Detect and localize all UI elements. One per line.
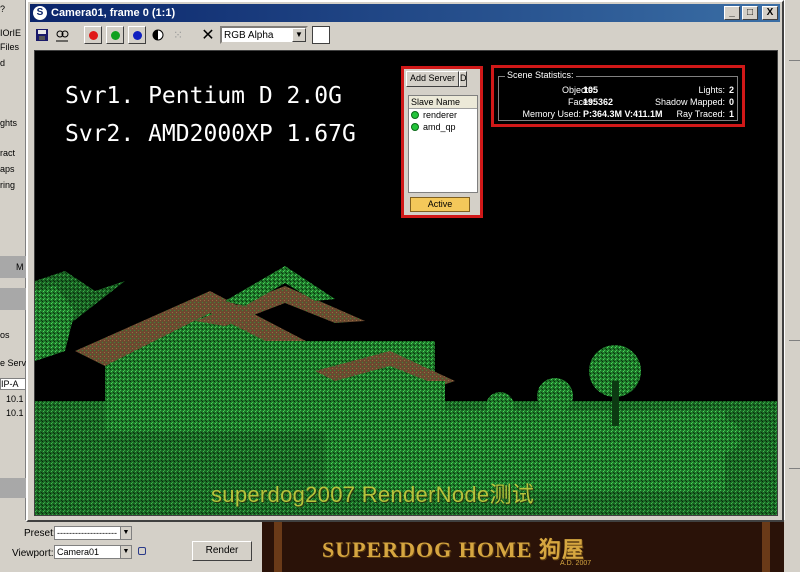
objects-value: 105 bbox=[583, 85, 599, 95]
bg-fragment: aps bbox=[0, 164, 15, 174]
list-item[interactable]: renderer bbox=[409, 109, 477, 121]
window-title: Camera01, frame 0 (1:1) bbox=[51, 7, 176, 19]
faces-value: 195362 bbox=[583, 97, 614, 107]
render-viewport: Svr1. Pentium D 2.0G Svr2. AMD2000XP 1.6… bbox=[34, 50, 778, 516]
render-button[interactable]: Render bbox=[192, 541, 252, 561]
thumb-pillar bbox=[274, 522, 282, 572]
overlay-line-1: Svr1. Pentium D 2.0G bbox=[65, 83, 342, 109]
bg-tick bbox=[789, 60, 800, 61]
render-thumbnail: SUPERDOG HOME 狗屋 A.D. 2007 bbox=[262, 522, 784, 572]
frame-toolbar: ⁙ ✕ RGB Alpha ▼ bbox=[30, 24, 780, 46]
bg-divider bbox=[0, 478, 26, 498]
thumbnail-subtitle: A.D. 2007 bbox=[560, 560, 592, 567]
viewport-label: Viewport: bbox=[12, 548, 54, 559]
bg-fragment: d bbox=[0, 58, 6, 68]
lock-icon[interactable] bbox=[138, 547, 146, 555]
slave-name: renderer bbox=[423, 110, 458, 120]
red-channel-toggle[interactable] bbox=[84, 26, 102, 44]
chevron-down-icon: ▼ bbox=[292, 28, 306, 42]
tab-add-server[interactable]: Add Server bbox=[406, 71, 460, 87]
lights-value: 2 bbox=[729, 85, 735, 95]
ray-traced-label: Ray Traced: bbox=[676, 109, 725, 119]
status-online-icon bbox=[411, 123, 419, 131]
active-button[interactable]: Active bbox=[410, 197, 470, 212]
overlay-line-2: Svr2. AMD2000XP 1.67G bbox=[65, 121, 356, 147]
scene-statistics-group: Scene Statistics: Objects: 105 Faces: 19… bbox=[498, 70, 738, 121]
close-button[interactable]: X bbox=[762, 6, 778, 20]
save-icon[interactable] bbox=[34, 27, 50, 43]
alpha-channel-icon[interactable] bbox=[150, 27, 166, 43]
background-app-left-panel: ? IOrIE Files d ghts ract aps ring M os … bbox=[0, 0, 26, 520]
bg-fragment: IP-A bbox=[0, 378, 26, 390]
list-item[interactable]: amd_qp bbox=[409, 121, 477, 133]
chevron-down-icon: ▼ bbox=[120, 527, 131, 539]
preset-value: -------------------- bbox=[57, 528, 117, 538]
green-channel-toggle[interactable] bbox=[106, 26, 124, 44]
bg-fragment: IOrIE bbox=[0, 28, 22, 38]
shadow-mapped-label: Shadow Mapped: bbox=[654, 97, 725, 107]
app-icon: S bbox=[33, 6, 47, 20]
bg-tick bbox=[789, 340, 800, 341]
blue-channel-toggle[interactable] bbox=[128, 26, 146, 44]
bg-fragment: Files bbox=[0, 42, 20, 52]
help-button[interactable]: ? bbox=[0, 4, 26, 14]
bg-fragment: ract bbox=[0, 148, 16, 158]
clone-frame-icon[interactable] bbox=[54, 27, 70, 43]
channel-display-select[interactable]: RGB Alpha ▼ bbox=[220, 26, 308, 44]
scene-statistics-panel: Scene Statistics: Objects: 105 Faces: 19… bbox=[491, 65, 745, 127]
memory-label: Memory Used: bbox=[522, 109, 581, 119]
bg-fragment: e Serv bbox=[0, 358, 26, 368]
thumb-pillar bbox=[762, 522, 770, 572]
window-titlebar[interactable]: S Camera01, frame 0 (1:1) _ □ X bbox=[30, 4, 780, 22]
channel-display-value: RGB Alpha bbox=[224, 29, 274, 41]
ray-traced-value: 1 bbox=[729, 109, 735, 119]
preset-dropdown[interactable]: -------------------- ▼ bbox=[54, 526, 132, 540]
frame-window: S Camera01, frame 0 (1:1) _ □ X ⁙ ✕ RGB … bbox=[26, 0, 784, 522]
bg-fragment: os bbox=[0, 330, 10, 340]
scene-statistics-title: Scene Statistics: bbox=[505, 70, 576, 80]
bg-fragment: ghts bbox=[0, 118, 18, 128]
bg-tick bbox=[789, 468, 800, 469]
viewport-dropdown[interactable]: Camera01 ▼ bbox=[54, 545, 132, 559]
lights-label: Lights: bbox=[698, 85, 725, 95]
slave-name: amd_qp bbox=[423, 122, 456, 132]
shadow-mapped-value: 0 bbox=[729, 97, 735, 107]
status-online-icon bbox=[411, 111, 419, 119]
maximize-button[interactable]: □ bbox=[742, 6, 758, 20]
bg-fragment: ring bbox=[0, 180, 16, 190]
render-bottom-bar: Preset: -------------------- ▼ Viewport:… bbox=[0, 522, 800, 572]
monochrome-icon[interactable]: ⁙ bbox=[170, 27, 186, 43]
render-caption: superdog2007 RenderNode测试 bbox=[211, 482, 535, 507]
viewport-value: Camera01 bbox=[57, 547, 100, 557]
bg-divider bbox=[0, 288, 26, 310]
slave-list: Slave Name renderer amd_qp bbox=[408, 95, 478, 193]
tab-second[interactable]: D bbox=[459, 71, 468, 87]
slave-panel: Add Server D Slave Name renderer amd_qp … bbox=[401, 66, 483, 218]
preset-label: Preset: bbox=[24, 528, 56, 539]
thumbnail-title: SUPERDOG HOME 狗屋 bbox=[322, 537, 585, 562]
chevron-down-icon: ▼ bbox=[120, 546, 131, 558]
slave-column-header[interactable]: Slave Name bbox=[409, 96, 477, 109]
minimize-button[interactable]: _ bbox=[724, 6, 740, 20]
background-app-right-panel bbox=[784, 0, 800, 520]
color-swatch[interactable] bbox=[312, 26, 330, 44]
clear-icon[interactable]: ✕ bbox=[200, 27, 216, 44]
